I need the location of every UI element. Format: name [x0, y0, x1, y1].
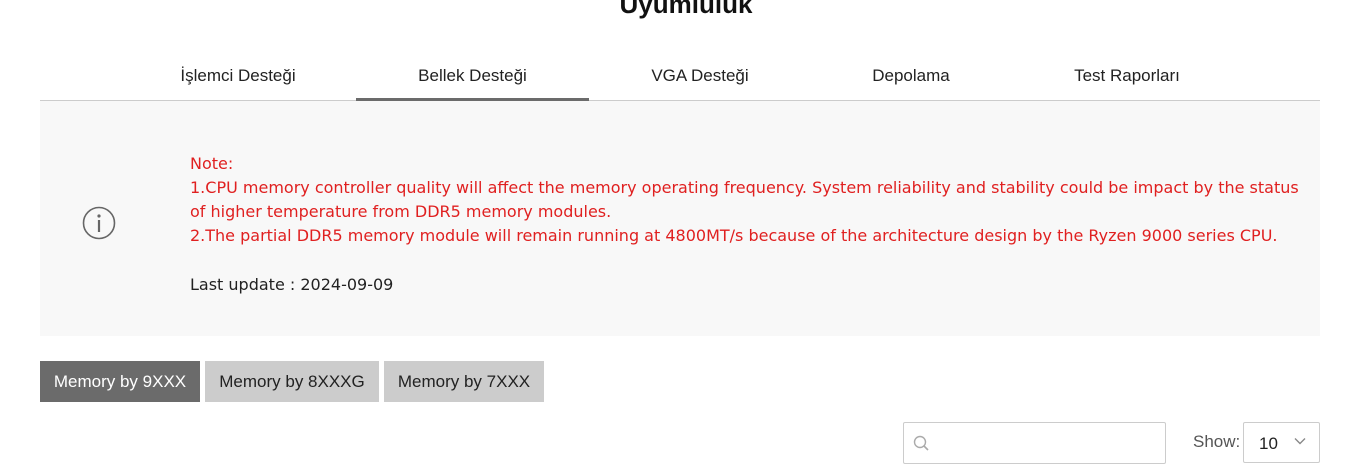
- tab-cpu-support[interactable]: İşlemci Desteği: [153, 52, 323, 100]
- tab-vga-support[interactable]: VGA Desteği: [625, 52, 775, 100]
- last-update-text: Last update : 2024-09-09: [190, 275, 394, 294]
- note-line-2: 2.The partial DDR5 memory module will re…: [190, 226, 1278, 245]
- memory-notice-panel: Note: 1.CPU memory controller quality wi…: [40, 101, 1320, 336]
- tab-memory-support[interactable]: Bellek Desteği: [356, 52, 589, 101]
- search-input[interactable]: [936, 429, 1156, 457]
- show-entries-select[interactable]: 10: [1243, 422, 1320, 463]
- tab-storage[interactable]: Depolama: [846, 52, 976, 100]
- show-entries-value: 10: [1259, 434, 1278, 453]
- search-icon: [913, 435, 929, 451]
- page-title: Uyumluluk: [619, 0, 753, 19]
- tab-test-reports[interactable]: Test Raporları: [1050, 52, 1204, 100]
- search-box: [903, 422, 1166, 464]
- note-line-1: 1.CPU memory controller quality will aff…: [190, 178, 1299, 221]
- note-heading: Note:: [190, 154, 234, 173]
- filter-memory-7xxx-button[interactable]: Memory by 7XXX: [384, 361, 544, 402]
- filter-memory-9xxx-button[interactable]: Memory by 9XXX: [40, 361, 200, 402]
- compatibility-tabs: İşlemci Desteği Bellek Desteği VGA Deste…: [40, 52, 1320, 101]
- show-label: Show:: [1193, 432, 1241, 451]
- info-icon: [82, 206, 116, 240]
- notice-text: Note: 1.CPU memory controller quality wi…: [190, 152, 1300, 248]
- chevron-down-icon: [1294, 438, 1306, 445]
- filter-memory-8xxxg-button[interactable]: Memory by 8XXXG: [205, 361, 379, 402]
